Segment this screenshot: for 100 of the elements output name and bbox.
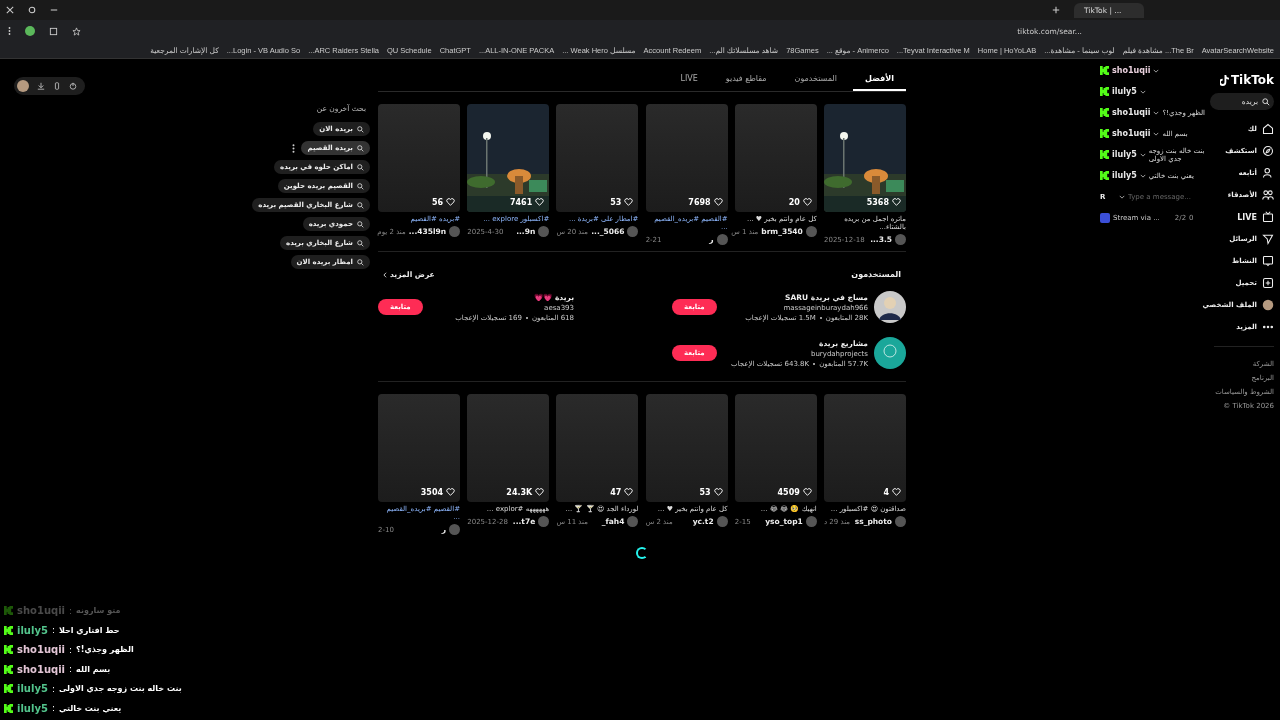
chevron-icon[interactable] — [1153, 68, 1160, 73]
k-logo-icon — [4, 703, 13, 713]
avatar — [895, 234, 906, 245]
video-thumbnail[interactable]: 7461 — [467, 104, 550, 212]
chat-message: الظهر وجذي!؟ — [76, 645, 134, 655]
like-count: 47 — [610, 488, 622, 497]
separator: : — [69, 664, 73, 675]
like-count: 4 — [883, 488, 889, 497]
avatar[interactable] — [17, 80, 29, 92]
chat-message: حط افتاري احلا — [58, 625, 120, 635]
k-logo-icon — [4, 684, 13, 694]
search-icon — [357, 182, 364, 190]
more-icon[interactable] — [292, 143, 296, 153]
avatar — [805, 226, 817, 237]
k-logo-icon — [4, 606, 13, 616]
send-icon — [1262, 233, 1274, 245]
download-icon[interactable] — [37, 82, 45, 90]
chat-username: iluly5 — [17, 624, 48, 636]
nav-item[interactable]: LIVE — [1237, 206, 1274, 228]
like-count: 5368 — [866, 198, 889, 207]
chat-username: iluly5 — [17, 702, 48, 714]
avatar — [449, 524, 461, 535]
avatar — [805, 516, 817, 527]
video-thumbnail[interactable]: 56 — [378, 104, 461, 212]
video-thumbnail[interactable]: 24.3K — [467, 394, 550, 502]
like-count: 53 — [699, 488, 711, 497]
chat-username: iluly5 — [1112, 150, 1137, 159]
heart-icon — [624, 488, 634, 496]
avatar — [627, 226, 639, 237]
like-count: 7461 — [510, 198, 533, 207]
k-logo-icon — [1100, 129, 1109, 138]
chat-username: sho1uqii — [1112, 108, 1151, 117]
chevron-icon[interactable] — [1119, 194, 1125, 199]
menu-icon[interactable] — [8, 26, 11, 36]
heart-icon — [446, 198, 456, 206]
chevron-icon[interactable] — [1139, 173, 1146, 178]
chevron-icon[interactable] — [1139, 89, 1146, 94]
separator: : — [51, 703, 55, 714]
k-logo-icon — [4, 664, 13, 674]
compass-icon — [1262, 145, 1274, 157]
upload-icon — [1262, 277, 1274, 289]
avatar[interactable] — [874, 291, 906, 323]
heart-icon — [802, 198, 812, 206]
like-count: 56 — [431, 198, 444, 207]
tab[interactable]: المستخدمون — [782, 70, 850, 91]
video-thumbnail[interactable]: 53 — [645, 394, 728, 502]
separator: : — [51, 683, 55, 694]
like-count: 4509 — [777, 488, 800, 497]
chat-message: يعني بنت خالتي — [58, 703, 122, 713]
circle-icon[interactable] — [28, 6, 36, 14]
separator: : — [69, 605, 73, 616]
video-thumbnail[interactable]: 4509 — [734, 394, 817, 502]
chevron-icon[interactable] — [1153, 110, 1160, 115]
k-logo-icon — [1100, 66, 1109, 75]
video-thumbnail[interactable]: 4 — [824, 394, 906, 502]
video-thumbnail[interactable]: 7698 — [645, 104, 728, 212]
search-icon — [357, 201, 364, 209]
video-thumbnail[interactable]: 47 — [556, 394, 639, 502]
heart-icon — [713, 198, 723, 206]
heart-icon — [802, 488, 812, 496]
chat-username: sho1uqii — [1112, 129, 1151, 138]
tab[interactable]: LIVE — [668, 70, 710, 91]
section-title: المستخدمون — [851, 270, 901, 279]
chevron-icon[interactable] — [1139, 152, 1146, 157]
following-icon — [1262, 167, 1274, 179]
new-tab-icon[interactable] — [1052, 6, 1060, 14]
video-thumbnail[interactable]: 20 — [734, 104, 817, 212]
heart-icon — [535, 198, 545, 206]
k-logo-icon — [4, 625, 13, 635]
like-count: 24.3K — [506, 488, 533, 497]
loading-spinner — [636, 547, 648, 559]
chat-username: iluly5 — [1112, 171, 1137, 180]
avatar — [895, 516, 906, 527]
power-icon[interactable] — [69, 82, 77, 90]
home-icon — [1262, 123, 1274, 135]
chevron-icon[interactable] — [1153, 131, 1160, 136]
avatar — [627, 516, 639, 527]
avatar — [538, 226, 550, 237]
profile-icon[interactable] — [25, 26, 35, 36]
chat-username: sho1uqii — [17, 605, 66, 617]
video-thumbnail[interactable]: 53 — [556, 104, 639, 212]
chat-message: بنت خاله بنت زوجه جدي الاولى — [58, 684, 182, 694]
close-icon[interactable] — [6, 6, 14, 14]
avatar — [716, 516, 728, 527]
phone-icon[interactable] — [53, 82, 61, 90]
separator: : — [69, 644, 73, 655]
avatar — [538, 516, 550, 527]
minimize-icon[interactable] — [50, 6, 58, 14]
video-thumbnail[interactable]: 3504 — [378, 394, 461, 502]
k-logo-icon — [1100, 150, 1109, 159]
chevron-icon — [383, 271, 387, 278]
tiktok-logo[interactable]: TikTok — [1219, 73, 1274, 87]
avatar[interactable] — [874, 337, 906, 369]
tab[interactable]: مقاطع فيديو — [713, 70, 779, 91]
search-icon — [357, 125, 364, 133]
tab[interactable]: الأفضل — [853, 70, 906, 91]
video-thumbnail[interactable]: 5368 — [824, 104, 906, 212]
chat-username: sho1uqii — [17, 644, 66, 656]
search-icon — [1262, 97, 1270, 106]
star-icon[interactable] — [72, 26, 81, 36]
